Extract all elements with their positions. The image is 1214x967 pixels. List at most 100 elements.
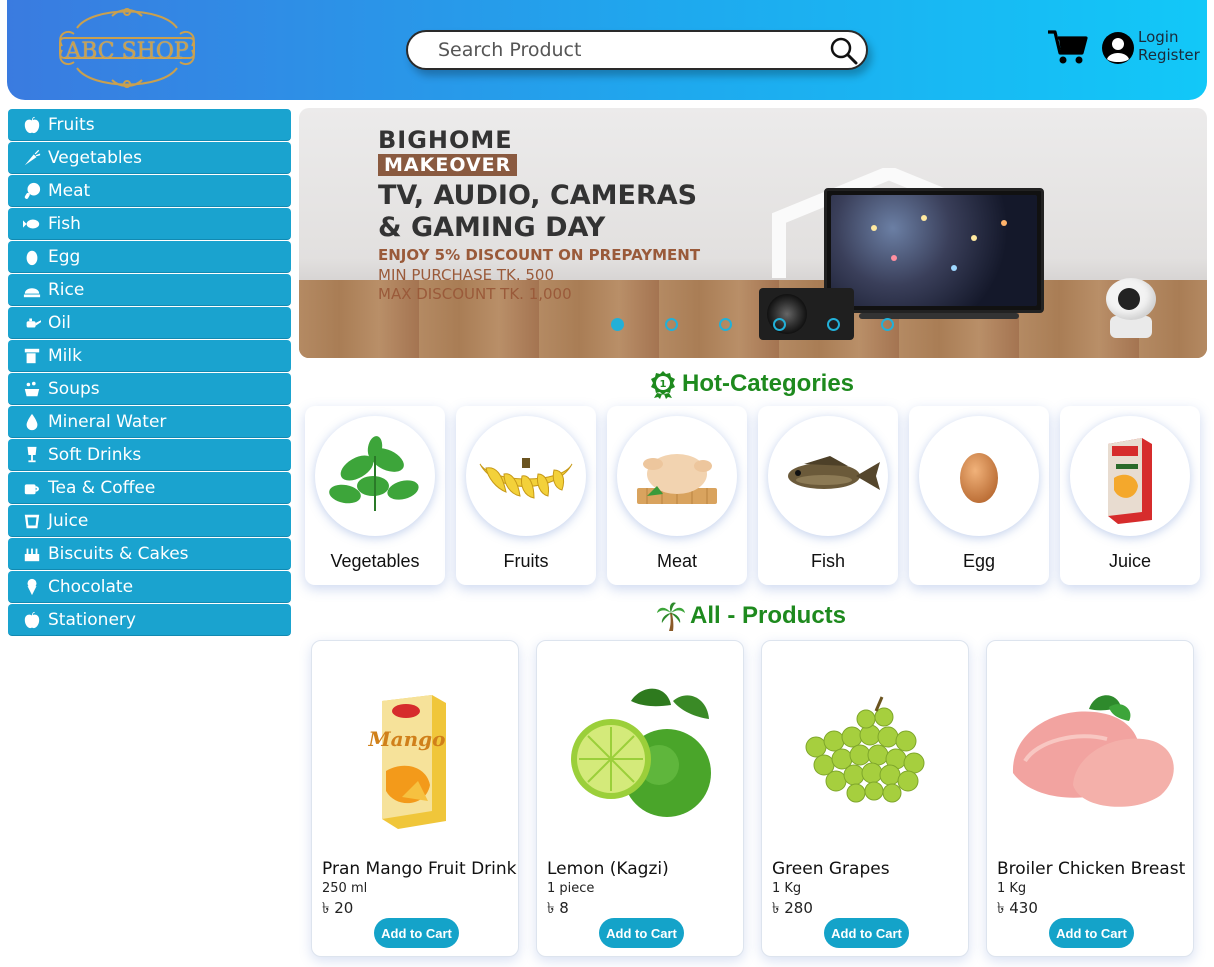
product-unit: 1 piece	[547, 881, 595, 896]
cart-icon[interactable]	[1048, 29, 1088, 65]
login-link[interactable]: Login	[1138, 28, 1178, 46]
products-grid: Mango Pran Mango Fruit Drink 250 ml ৳ 20…	[311, 640, 1194, 957]
svg-text:1: 1	[660, 379, 667, 390]
product-card[interactable]: Mango Pran Mango Fruit Drink 250 ml ৳ 20…	[311, 640, 519, 957]
banner-min-purchase: MIN PURCHASE TK. 500	[378, 266, 555, 284]
register-link[interactable]: Register	[1138, 46, 1200, 64]
add-to-cart-button[interactable]: Add to Cart	[1049, 918, 1134, 948]
sidebar-item-stationery[interactable]: Stationery	[8, 604, 291, 636]
hot-category-label: Fruits	[503, 551, 549, 571]
sidebar-item-soft-drinks[interactable]: Soft Drinks	[8, 439, 291, 471]
sidebar-item-oil[interactable]: Oil	[8, 307, 291, 339]
product-unit: 250 ml	[322, 881, 368, 896]
promo-banner-carousel[interactable]: BIGHOME MAKEOVER TV, AUDIO, CAMERAS & GA…	[299, 108, 1207, 358]
security-camera-image	[1104, 278, 1158, 338]
carousel-dot-5[interactable]	[827, 318, 840, 331]
sidebar-item-chocolate[interactable]: Chocolate	[8, 571, 291, 603]
product-name[interactable]: Broiler Chicken Breast	[997, 859, 1185, 879]
product-name[interactable]: Green Grapes	[772, 859, 890, 879]
add-to-cart-button[interactable]: Add to Cart	[374, 918, 459, 948]
search-input[interactable]	[438, 37, 818, 63]
green-grapes-image	[805, 696, 925, 803]
search-icon[interactable]	[830, 37, 858, 65]
sidebar-item-label: Juice	[48, 510, 89, 531]
sidebar-item-rice[interactable]: Rice	[8, 274, 291, 306]
hot-category-fish[interactable]: Fish	[758, 406, 898, 585]
hot-category-juice[interactable]: Juice	[1060, 406, 1200, 585]
product-card[interactable]: Green Grapes 1 Kg ৳ 280 Add to Cart	[761, 640, 969, 957]
sidebar-item-egg[interactable]: Egg	[8, 241, 291, 273]
sidebar-item-label: Rice	[48, 279, 85, 300]
hot-category-vegetables[interactable]: Vegetables	[305, 406, 445, 585]
product-price: ৳ 430	[997, 899, 1038, 917]
glass-icon	[22, 445, 42, 465]
carousel-dot-1[interactable]	[611, 318, 624, 331]
palm-tree-icon	[657, 602, 685, 631]
all-products-heading: All - Products	[656, 601, 846, 631]
shop-logo[interactable]: ABC SHOP	[52, 6, 202, 90]
sidebar-item-label: Meat	[48, 180, 91, 201]
banner-title-line1: TV, AUDIO, CAMERAS	[378, 180, 698, 211]
product-card[interactable]: Lemon (Kagzi) 1 piece ৳ 8 Add to Cart	[536, 640, 744, 957]
lemon-image	[571, 688, 711, 817]
water-drop-icon	[22, 412, 42, 432]
header: ABC SHOP Login Register	[7, 0, 1207, 100]
sidebar-item-tea-coffee[interactable]: Tea & Coffee	[8, 472, 291, 504]
hot-categories-heading: 1 Hot-Categories	[648, 369, 854, 399]
carousel-dot-4[interactable]	[773, 318, 786, 331]
carousel-dot-3[interactable]	[719, 318, 732, 331]
hot-category-label: Meat	[656, 551, 698, 571]
carousel-dot-6[interactable]	[881, 318, 894, 331]
chicken-image	[617, 416, 737, 536]
hot-category-fruits[interactable]: Fruits	[456, 406, 596, 585]
product-unit: 1 Kg	[997, 881, 1027, 896]
banner-discount: ENJOY 5% DISCOUNT ON PREPAYMENT	[378, 246, 701, 264]
product-name[interactable]: Lemon (Kagzi)	[547, 859, 669, 879]
egg-image	[919, 416, 1039, 536]
juice-glass-icon	[22, 511, 42, 531]
search-bar	[406, 30, 868, 70]
fish-icon	[22, 214, 42, 234]
sidebar-item-mineral-water[interactable]: Mineral Water	[8, 406, 291, 438]
juice-box-image	[1070, 416, 1190, 536]
hot-category-meat[interactable]: Meat	[607, 406, 747, 585]
award-badge-icon: 1	[651, 371, 675, 399]
apple-icon	[22, 115, 42, 135]
banner-brand-bottom: MAKEOVER	[378, 154, 518, 176]
sidebar-item-fruits[interactable]: Fruits	[8, 109, 291, 141]
sidebar-item-milk[interactable]: Milk	[8, 340, 291, 372]
sidebar-item-label: Tea & Coffee	[48, 477, 156, 498]
sidebar-item-biscuits-cakes[interactable]: Biscuits & Cakes	[8, 538, 291, 570]
sidebar-item-label: Oil	[48, 312, 71, 333]
milk-icon	[22, 346, 42, 366]
sidebar-item-fish[interactable]: Fish	[8, 208, 291, 240]
apple-icon	[22, 610, 42, 630]
carousel-dot-2[interactable]	[665, 318, 678, 331]
add-to-cart-button[interactable]: Add to Cart	[824, 918, 909, 948]
coffee-cup-icon	[22, 478, 42, 498]
product-card[interactable]: Broiler Chicken Breast 1 Kg ৳ 430 Add to…	[986, 640, 1194, 957]
hot-category-label: Fish	[810, 551, 845, 571]
sidebar-item-vegetables[interactable]: Vegetables	[8, 142, 291, 174]
sidebar-item-label: Fish	[48, 213, 81, 234]
bighome-logo: BIGHOME MAKEOVER	[378, 126, 518, 176]
user-icon[interactable]	[1102, 32, 1134, 64]
product-name[interactable]: Pran Mango Fruit Drink	[322, 859, 517, 879]
sidebar-item-juice[interactable]: Juice	[8, 505, 291, 537]
add-to-cart-button[interactable]: Add to Cart	[599, 918, 684, 948]
fish-image	[768, 416, 888, 536]
hot-category-egg[interactable]: Egg	[909, 406, 1049, 585]
vegetables-image	[315, 416, 435, 536]
oil-can-icon	[22, 313, 42, 333]
sidebar-item-meat[interactable]: Meat	[8, 175, 291, 207]
sidebar-item-label: Fruits	[48, 114, 95, 135]
sidebar-item-label: Biscuits & Cakes	[48, 543, 189, 564]
sidebar-item-label: Milk	[48, 345, 82, 366]
sidebar-item-soups[interactable]: Soups	[8, 373, 291, 405]
chicken-breast-image	[1012, 695, 1174, 807]
sidebar-item-label: Soft Drinks	[48, 444, 142, 465]
carrot-icon	[22, 148, 42, 168]
mango-drink-image: Mango	[368, 695, 446, 829]
category-sidebar: Fruits Vegetables Meat Fish Egg Rice Oil…	[8, 109, 291, 637]
sidebar-item-label: Stationery	[48, 609, 136, 630]
